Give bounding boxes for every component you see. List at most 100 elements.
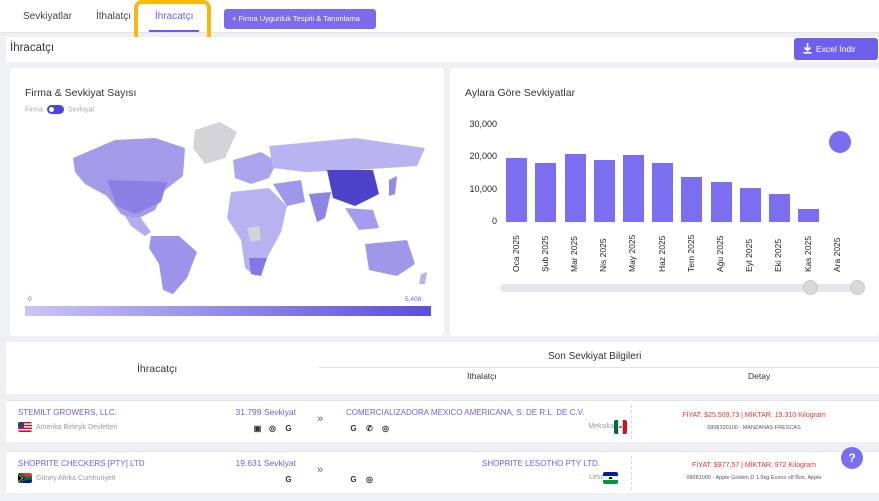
excel-download-label: Excel İndir — [816, 44, 856, 54]
exporter-name[interactable]: STEMILT GROWERS, LLC. — [18, 408, 117, 417]
chart-range-handle-left[interactable] — [803, 280, 818, 295]
header-divider — [319, 367, 879, 368]
y-tick-label: 20,000 — [469, 151, 497, 162]
x-tick-label: Tem 2025 — [685, 234, 696, 272]
linkedin-icon[interactable]: ▣ — [252, 423, 263, 434]
world-map[interactable] — [55, 118, 435, 296]
map-region-europe — [233, 152, 277, 184]
x-tick-label: Nis 2025 — [598, 238, 609, 272]
table-row[interactable]: STEMILT GROWERS, LLC. Amerika Birleşik D… — [6, 400, 879, 442]
page-header: İhracatçı Excel İndir — [6, 37, 879, 62]
usa-flag-icon — [18, 422, 32, 432]
row-divider — [631, 456, 632, 490]
col-detail: Detay — [748, 371, 771, 381]
top-tab-bar: Sevkiyatlar İthalatçı İhracatçı + Firma … — [0, 0, 879, 33]
x-tick-label: Kas 2025 — [802, 236, 813, 272]
chart-bar[interactable] — [506, 158, 528, 222]
phone-icon[interactable]: ✆ — [364, 423, 375, 434]
shipment-count[interactable]: 19.631 Sevkiyat — [226, 458, 296, 468]
chart-bar[interactable] — [798, 209, 820, 222]
importer-name[interactable]: COMERCIALIZADORA MEXICO AMERICANA, S. DE… — [346, 408, 584, 417]
google-icon[interactable]: G — [348, 474, 359, 485]
x-tick-label: May 2025 — [627, 234, 638, 272]
map-region-usa — [107, 180, 167, 214]
exporter-country: Amerika Birleşik Devletleri — [36, 424, 118, 431]
shipment-count[interactable]: 31.799 Sevkiyat — [226, 407, 296, 417]
map-region-south-africa — [249, 258, 267, 276]
google-icon[interactable]: G — [348, 423, 359, 434]
y-tick-label: 0 — [491, 216, 497, 226]
map-region-greenland — [193, 122, 237, 164]
double-chevron-right-icon: » — [317, 413, 324, 425]
map-region-central-america — [125, 216, 151, 236]
map-region-new-zealand — [419, 272, 427, 284]
double-chevron-right-icon: » — [317, 464, 324, 476]
importer-country: Meksika — [588, 423, 614, 430]
chart-bar[interactable] — [622, 155, 644, 222]
price-quantity: FİYAT: $977,57 | MİKTAR: 972 Kilogram — [692, 462, 816, 469]
exporter-name[interactable]: SHOPRITE CHECKERS [PTY] LTD — [18, 459, 145, 468]
add-firm-button[interactable]: + Firma Uygunluk Tespiti & Tanımlama — [224, 9, 376, 29]
mexico-flag-icon — [614, 420, 627, 434]
row-divider — [631, 405, 632, 439]
col-exporter: İhracatçı — [137, 363, 178, 375]
x-tick-label: Ara 2025 — [831, 237, 842, 273]
y-tick-label: 10,000 — [469, 183, 497, 194]
lesotho-flag-icon — [603, 472, 618, 484]
map-region-south-america — [149, 236, 197, 294]
map-legend-max: 5,408 — [405, 296, 422, 303]
chart-bar[interactable] — [768, 193, 790, 222]
website-icon[interactable]: ◎ — [380, 423, 391, 434]
chart-bar[interactable] — [535, 163, 557, 222]
x-tick-label: Haz 2025 — [656, 235, 667, 272]
exporter-country: Güney Afrika Cumhuriyeti — [36, 475, 116, 482]
chart-bar[interactable] — [652, 162, 674, 222]
map-region-russia — [269, 138, 425, 172]
google-icon[interactable]: G — [283, 474, 294, 485]
x-tick-label: Şub 2025 — [539, 235, 550, 272]
importer-name[interactable]: SHOPRITE LESOTHO PTY LTD. — [482, 459, 600, 468]
firm-shipment-toggle[interactable] — [46, 105, 64, 114]
x-tick-label: Eyl 2025 — [744, 238, 755, 272]
firm-shipment-toggle-row: Firma Sevkiyat — [25, 105, 94, 114]
table-row[interactable]: SHOPRITE CHECKERS [PTY] LTD Güney Afrika… — [6, 451, 879, 493]
download-icon — [803, 43, 812, 54]
chart-bar[interactable] — [739, 187, 761, 222]
x-tick-label: Mar 2025 — [569, 236, 579, 272]
map-legend-gradient — [25, 306, 431, 316]
toggle-label-firm: Firma — [25, 106, 43, 114]
tab-sevkiyatlar[interactable]: Sevkiyatlar — [23, 7, 72, 27]
map-card-title: Firma & Sevkiyat Sayısı — [25, 87, 137, 99]
toggle-label-shipment: Sevkiyat — [67, 106, 95, 114]
chart-range-handle-right[interactable] — [850, 280, 865, 295]
south-africa-flag-icon — [18, 473, 32, 483]
chart-title: Aylara Göre Sevkiyatlar — [465, 87, 576, 99]
website-icon[interactable]: ◎ — [364, 474, 375, 485]
chart-bar[interactable] — [710, 181, 732, 222]
map-legend-min: 0 — [28, 296, 32, 303]
chart-bar[interactable] — [593, 160, 615, 222]
x-tick-label: Oca 2025 — [510, 235, 521, 272]
x-tick-label: Eki 2025 — [773, 238, 784, 272]
map-region-australia — [365, 240, 415, 276]
product-description: 0808100100 - MANZANAS FRESCAS — [707, 425, 801, 431]
chart-bar[interactable] — [681, 177, 703, 222]
map-region-india — [309, 192, 331, 222]
google-icon[interactable]: G — [283, 423, 294, 434]
map-region-japan — [389, 176, 397, 196]
chart-marker-dot — [829, 131, 851, 153]
map-region-southeast-asia — [345, 208, 379, 230]
excel-download-button[interactable]: Excel İndir — [794, 38, 878, 60]
tab-ithalatci[interactable]: İthalatçı — [96, 7, 131, 27]
page-title: İhracatçı — [10, 42, 55, 54]
map-region-china — [327, 170, 379, 206]
col-last-shipment: Son Sevkiyat Bilgileri — [548, 351, 642, 362]
website-icon[interactable]: ◎ — [267, 423, 278, 434]
tab-ihracatci[interactable]: İhracatçı — [148, 7, 200, 32]
table-header: İhracatçı Son Sevkiyat Bilgileri İthalat… — [6, 342, 879, 394]
col-importer: İthalatçı — [467, 371, 497, 381]
chart-bar[interactable] — [564, 154, 586, 222]
help-button[interactable]: ? — [841, 447, 863, 469]
product-description: 08081000 - Apple Golden D 1.5kg Econo x8… — [686, 475, 822, 481]
y-tick-label: 30,000 — [469, 119, 497, 129]
